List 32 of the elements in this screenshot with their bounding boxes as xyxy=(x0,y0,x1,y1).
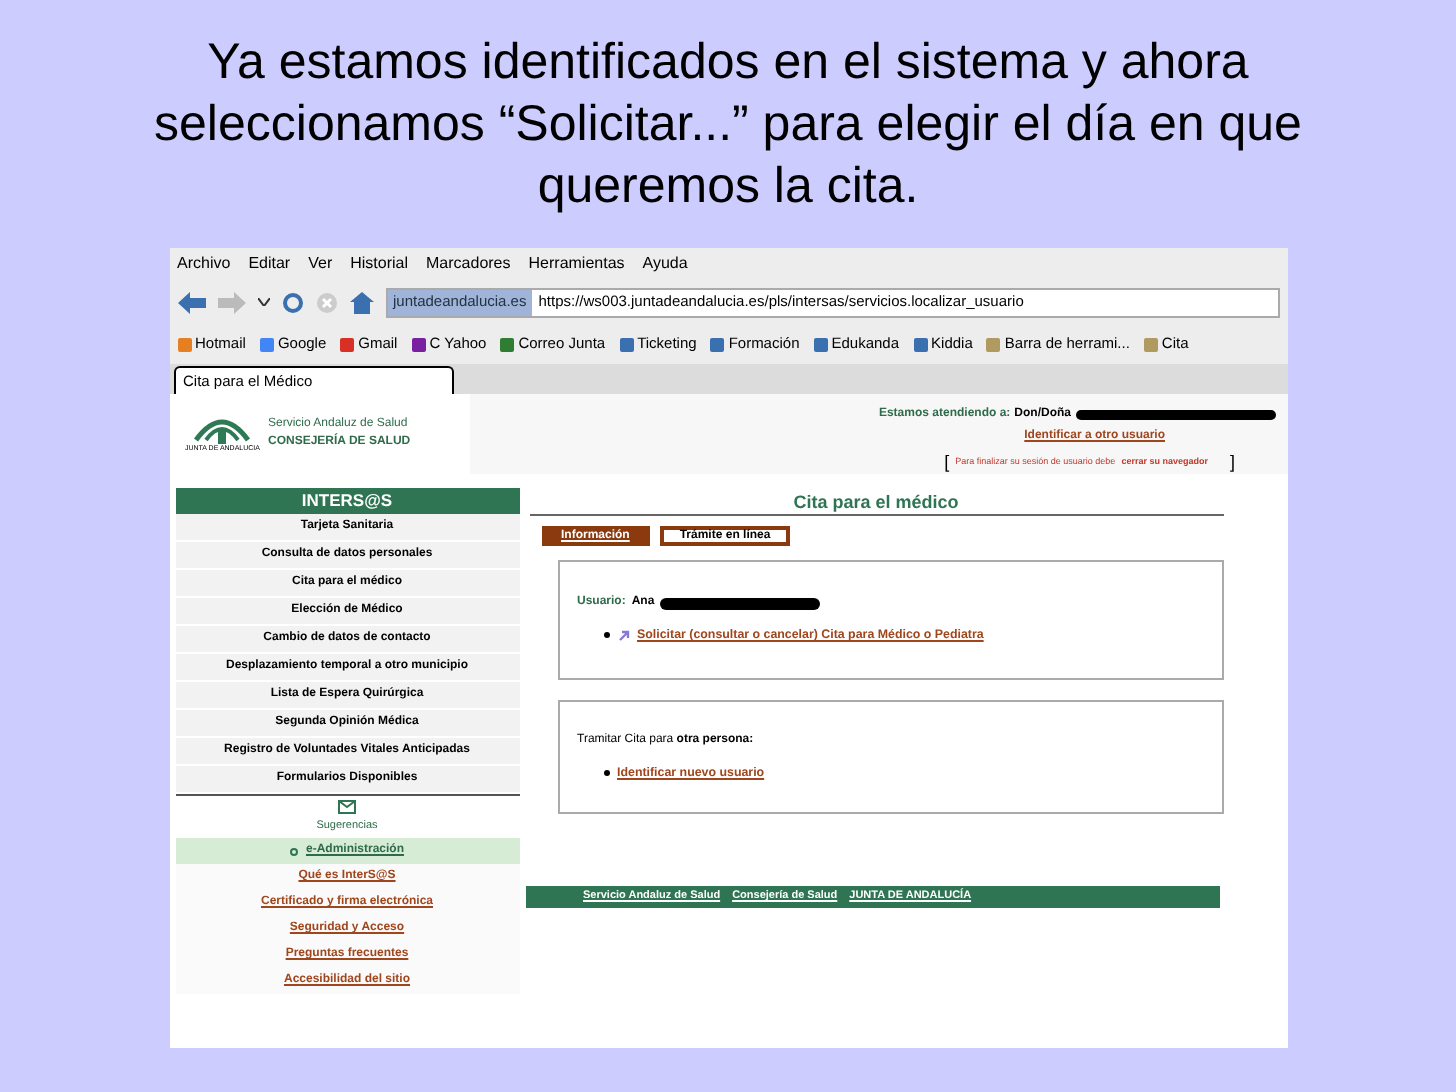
reload-icon[interactable] xyxy=(281,291,303,313)
bookmark-icon xyxy=(1143,337,1158,351)
bullet-icon xyxy=(603,632,609,639)
bracket: ] xyxy=(1229,450,1235,476)
sidebar-header: INTERS@S xyxy=(175,488,519,514)
bookmark-icon xyxy=(619,337,634,351)
bracket: [ xyxy=(944,450,950,476)
menu-item[interactable]: Archivo xyxy=(177,252,231,276)
home-icon[interactable] xyxy=(349,291,373,313)
menu-item[interactable]: Herramientas xyxy=(528,252,625,276)
arrow-icon xyxy=(617,629,629,642)
bookmark-icon xyxy=(340,337,355,351)
bookmark-icon xyxy=(813,337,828,351)
bookmark-icon xyxy=(500,337,515,351)
back-icon[interactable] xyxy=(177,291,205,313)
bookmark-icon xyxy=(913,337,928,351)
dropdown-icon[interactable] xyxy=(257,298,269,306)
bookmark-icon xyxy=(710,337,725,351)
menu-item[interactable]: Ver xyxy=(308,252,333,276)
menu-item[interactable]: Marcadores xyxy=(426,252,511,276)
menu-item[interactable]: Ayuda xyxy=(642,252,688,276)
bookmark-icon xyxy=(411,337,426,351)
globe-icon xyxy=(289,847,298,856)
envelope-icon xyxy=(338,800,356,814)
bookmark-icon xyxy=(986,337,1001,351)
bookmark-icon xyxy=(259,337,274,351)
bookmark-icon xyxy=(177,337,191,351)
bullet-icon xyxy=(603,769,609,776)
menu-item[interactable]: Historial xyxy=(350,252,409,276)
slide-title: Ya estamos identificados en el sistema y ahora seleccionamos “Solicitar...” para elegir el día en que queremos la cita. xyxy=(152,32,1304,218)
page-title: Cita para el médico xyxy=(529,488,1223,516)
menu-item[interactable]: Editar xyxy=(248,252,291,276)
